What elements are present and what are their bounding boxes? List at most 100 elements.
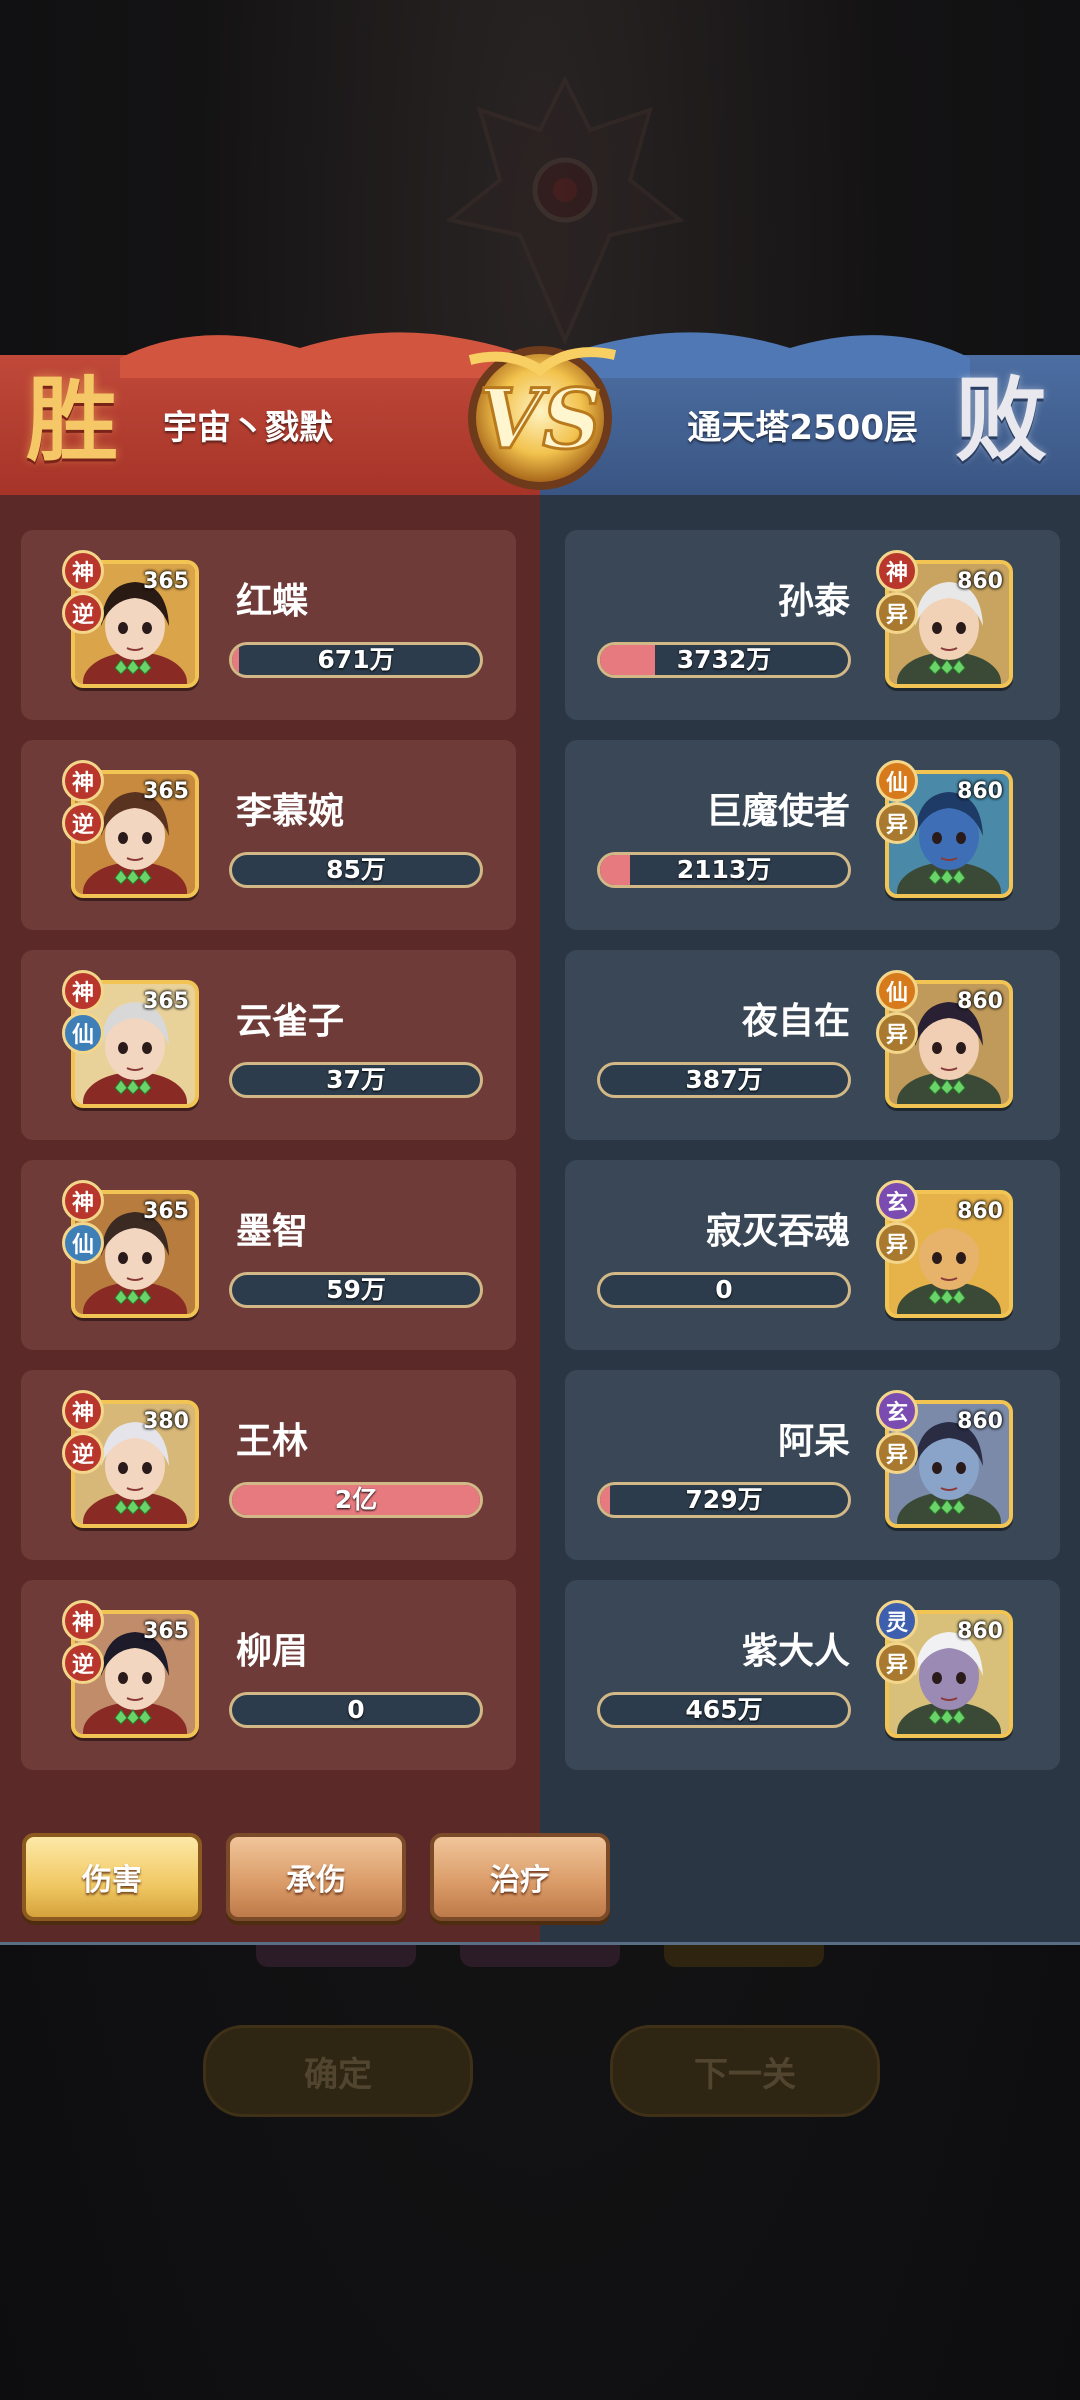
hero-rank-badge: 神 xyxy=(62,970,104,1012)
background-emblem-icon xyxy=(445,75,685,346)
damage-value: 2亿 xyxy=(334,1485,378,1514)
hero-name: 王林 xyxy=(236,1421,309,1462)
ally-hero-card[interactable]: 365 神 逆 柳眉 0 xyxy=(21,1580,516,1770)
damage-bar: 2亿 xyxy=(229,1482,483,1518)
damage-value: 671万 xyxy=(317,645,395,674)
damage-value: 0 xyxy=(715,1275,733,1304)
vs-badge-icon: VS xyxy=(468,346,617,490)
battle-result-screen: 胜 宇宙丶戮默 通天塔2500层 败 VS 365 神 逆 红蝶 671万 36… xyxy=(0,0,1080,2400)
ghost-tab xyxy=(256,1945,416,1967)
tab-damage[interactable]: 伤害 xyxy=(22,1833,202,1921)
enemy-hero-card[interactable]: 860 灵 异 紫大人 465万 xyxy=(565,1580,1060,1770)
hero-level: 380 xyxy=(143,1409,189,1434)
damage-bar: 387万 xyxy=(597,1062,851,1098)
hero-faction-badge: 逆 xyxy=(62,1432,104,1474)
enemy-hero-card[interactable]: 860 仙 异 巨魔使者 2113万 xyxy=(565,740,1060,930)
hero-name: 孙泰 xyxy=(777,581,850,622)
damage-value: 0 xyxy=(347,1695,365,1724)
hero-faction-badge: 逆 xyxy=(62,592,104,634)
right-team-name: 通天塔2500层 xyxy=(687,408,918,448)
hero-name: 阿呆 xyxy=(777,1421,850,1462)
damage-bar: 0 xyxy=(597,1272,851,1308)
hero-faction-badge: 异 xyxy=(876,802,918,844)
hero-rank-badge: 仙 xyxy=(876,760,918,802)
damage-value: 729万 xyxy=(685,1485,763,1514)
hero-name: 墨智 xyxy=(236,1211,309,1252)
damage-bar: 729万 xyxy=(597,1482,851,1518)
ally-hero-card[interactable]: 365 神 逆 李慕婉 85万 xyxy=(21,740,516,930)
hero-faction-badge: 逆 xyxy=(62,1642,104,1684)
damage-value: 37万 xyxy=(326,1065,386,1094)
hero-rank-badge: 玄 xyxy=(876,1390,918,1432)
hero-rank-badge: 神 xyxy=(62,1600,104,1642)
hero-level: 365 xyxy=(143,989,189,1014)
hero-rank-badge: 仙 xyxy=(876,970,918,1012)
win-glyph: 胜 xyxy=(26,366,119,474)
ally-hero-card[interactable]: 365 神 仙 云雀子 37万 xyxy=(21,950,516,1140)
ghost-tab xyxy=(664,1945,824,1967)
damage-value: 2113万 xyxy=(676,855,772,884)
enemy-hero-card[interactable]: 860 玄 异 阿呆 729万 xyxy=(565,1370,1060,1560)
hero-faction-badge: 异 xyxy=(876,1432,918,1474)
damage-bar: 465万 xyxy=(597,1692,851,1728)
hero-level: 365 xyxy=(143,569,189,594)
hero-rank-badge: 神 xyxy=(62,1390,104,1432)
hero-name: 巨魔使者 xyxy=(705,791,850,832)
hero-faction-badge: 异 xyxy=(876,592,918,634)
hero-name: 柳眉 xyxy=(236,1631,309,1672)
hero-level: 365 xyxy=(143,779,189,804)
hero-faction-badge: 异 xyxy=(876,1642,918,1684)
ghost-tab xyxy=(460,1945,620,1967)
left-team-name: 宇宙丶戮默 xyxy=(163,408,333,448)
hero-name: 云雀子 xyxy=(236,1001,345,1042)
ally-hero-card[interactable]: 365 神 逆 红蝶 671万 xyxy=(21,530,516,720)
damage-bar: 37万 xyxy=(229,1062,483,1098)
hero-name: 李慕婉 xyxy=(236,791,345,832)
hero-name: 红蝶 xyxy=(236,581,309,622)
hero-level: 860 xyxy=(957,1199,1003,1224)
damage-bar: 671万 xyxy=(229,642,483,678)
hero-level: 860 xyxy=(957,1619,1003,1644)
hero-level: 860 xyxy=(957,569,1003,594)
hero-level: 860 xyxy=(957,779,1003,804)
damage-value: 387万 xyxy=(685,1065,763,1094)
damage-bar: 3732万 xyxy=(597,642,851,678)
hero-rank-badge: 灵 xyxy=(876,1600,918,1642)
damage-value: 465万 xyxy=(685,1695,763,1724)
hero-name: 紫大人 xyxy=(741,1631,850,1672)
damage-bar: 2113万 xyxy=(597,852,851,888)
hero-name: 寂灭吞魂 xyxy=(705,1211,850,1252)
hero-faction-badge: 仙 xyxy=(62,1012,104,1054)
enemy-hero-card[interactable]: 860 玄 异 寂灭吞魂 0 xyxy=(565,1160,1060,1350)
hero-rank-badge: 神 xyxy=(62,1180,104,1222)
enemy-hero-card[interactable]: 860 仙 异 夜自在 387万 xyxy=(565,950,1060,1140)
hero-faction-badge: 仙 xyxy=(62,1222,104,1264)
damage-bar: 85万 xyxy=(229,852,483,888)
damage-value: 85万 xyxy=(326,855,386,884)
lose-glyph: 败 xyxy=(955,366,1048,474)
confirm-button[interactable]: 确定 xyxy=(203,2025,473,2117)
vs-text: VS xyxy=(479,372,602,468)
tab-healing[interactable]: 治疗 xyxy=(430,1833,610,1921)
hero-name: 夜自在 xyxy=(741,1001,850,1042)
hero-rank-badge: 神 xyxy=(876,550,918,592)
panel-divider xyxy=(0,1942,1080,1945)
hero-level: 365 xyxy=(143,1199,189,1224)
hero-rank-badge: 神 xyxy=(62,760,104,802)
damage-value: 59万 xyxy=(326,1275,386,1304)
hero-level: 860 xyxy=(957,989,1003,1014)
hero-faction-badge: 逆 xyxy=(62,802,104,844)
hero-level: 365 xyxy=(143,1619,189,1644)
hero-faction-badge: 异 xyxy=(876,1012,918,1054)
next-level-button[interactable]: 下一关 xyxy=(610,2025,880,2117)
enemy-hero-card[interactable]: 860 神 异 孙泰 3732万 xyxy=(565,530,1060,720)
tab-damage-taken[interactable]: 承伤 xyxy=(226,1833,406,1921)
hero-rank-badge: 玄 xyxy=(876,1180,918,1222)
hero-faction-badge: 异 xyxy=(876,1222,918,1264)
ally-hero-card[interactable]: 380 神 逆 王林 2亿 xyxy=(21,1370,516,1560)
ally-hero-card[interactable]: 365 神 仙 墨智 59万 xyxy=(21,1160,516,1350)
hero-rank-badge: 神 xyxy=(62,550,104,592)
damage-bar: 59万 xyxy=(229,1272,483,1308)
damage-bar: 0 xyxy=(229,1692,483,1728)
damage-value: 3732万 xyxy=(676,645,772,674)
